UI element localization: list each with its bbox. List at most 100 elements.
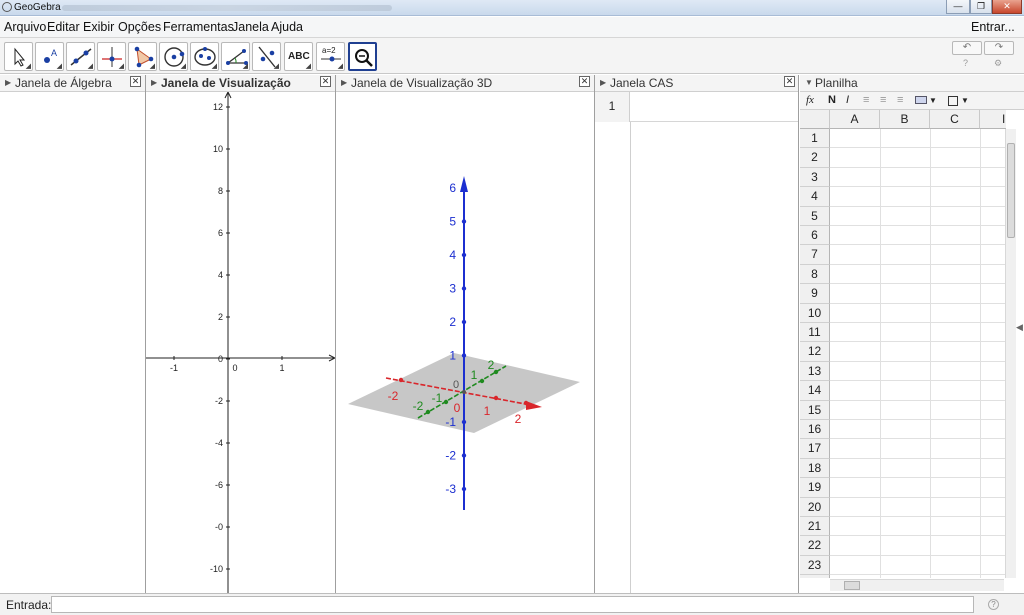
minimize-button[interactable]: — (946, 0, 970, 14)
spreadsheet-row[interactable] (830, 304, 1006, 323)
spreadsheet-row[interactable] (830, 556, 1006, 576)
menu-ferramentas[interactable]: Ferramentas (163, 20, 234, 34)
help-icon[interactable]: ? (963, 58, 968, 68)
panel-collapse-icon[interactable]: ▼ (805, 78, 813, 87)
conic-tool-button[interactable]: ◢ (190, 42, 219, 71)
polygon-tool-button[interactable]: ◢ (128, 42, 157, 71)
spreadsheet-row[interactable] (830, 401, 1006, 420)
row-header[interactable]: 9 (800, 284, 830, 304)
row-header[interactable]: 17 (800, 439, 830, 459)
spreadsheet-row[interactable] (830, 478, 1006, 498)
spreadsheet-row[interactable] (830, 536, 1006, 556)
column-header-d[interactable]: I (980, 110, 1006, 129)
menu-exibir[interactable]: Exibir (83, 20, 114, 34)
row-header[interactable]: 10 (800, 303, 830, 323)
column-header-c[interactable]: C (930, 110, 980, 129)
row-header[interactable]: 4 (800, 187, 830, 207)
cas-panel-header[interactable]: ▶ Janela CAS ✕ (595, 75, 798, 92)
spreadsheet-row[interactable] (830, 323, 1006, 343)
signin-link[interactable]: Entrar... (971, 20, 1015, 34)
menu-arquivo[interactable]: Arquivo (4, 20, 46, 34)
scrollbar-thumb[interactable] (1007, 143, 1015, 238)
row-header[interactable]: 22 (800, 536, 830, 556)
redo-button[interactable]: ↷ (984, 41, 1014, 55)
spreadsheet-row[interactable] (830, 575, 1006, 578)
graphics-panel-header[interactable]: ▶ Janela de Visualização ✕ (146, 75, 335, 92)
spreadsheet-row[interactable] (830, 207, 1006, 226)
row-header[interactable]: 18 (800, 458, 830, 479)
panel-expand-icon[interactable]: ▶ (5, 78, 11, 87)
row-header[interactable]: 7 (800, 245, 830, 265)
close-panel-icon[interactable]: ✕ (784, 76, 795, 87)
graphics-2d-canvas[interactable]: 121086420-2-4-6-0-10 -1 0 1 (146, 92, 335, 593)
perpendicular-line-tool-button[interactable]: ◢ (97, 42, 126, 71)
input-help-icon[interactable]: ? (988, 599, 999, 610)
row-header[interactable]: 24 (800, 575, 830, 578)
panel-divider[interactable] (798, 75, 799, 593)
align-right-icon[interactable]: ≡ (897, 94, 903, 106)
row-header[interactable]: 5 (800, 206, 830, 226)
spreadsheet-row[interactable] (830, 498, 1006, 517)
spreadsheet-horizontal-scrollbar[interactable] (830, 579, 1004, 591)
panel-expand-icon[interactable]: ▶ (600, 78, 606, 87)
menu-editar[interactable]: Editar (47, 20, 80, 34)
spreadsheet-row[interactable] (830, 284, 1006, 304)
chevron-down-icon[interactable]: ▼ (929, 96, 937, 105)
spreadsheet-row[interactable] (830, 362, 1006, 382)
panel-expand-icon[interactable]: ▶ (341, 78, 347, 87)
angle-tool-button[interactable]: ◢ (221, 42, 250, 71)
spreadsheet-row[interactable] (830, 148, 1006, 168)
panel-divider[interactable] (594, 75, 595, 593)
italic-button[interactable]: I (846, 94, 849, 106)
column-header-b[interactable]: B (880, 110, 930, 129)
row-header[interactable]: 19 (800, 478, 830, 498)
text-tool-button[interactable]: ABC ◢ (284, 42, 313, 71)
align-left-icon[interactable]: ≡ (863, 94, 869, 106)
row-header[interactable]: 1 (800, 129, 830, 149)
spreadsheet-panel-header[interactable]: ▼ Planilha (800, 75, 1024, 92)
corner-cell[interactable] (800, 110, 830, 129)
row-header[interactable]: 15 (800, 400, 830, 420)
spreadsheet-vertical-scrollbar[interactable] (1005, 129, 1016, 578)
spreadsheet-row[interactable] (830, 381, 1006, 401)
align-center-icon[interactable]: ≡ (880, 94, 886, 106)
spreadsheet-row[interactable] (830, 129, 1006, 149)
spreadsheet-row[interactable] (830, 265, 1006, 285)
function-fx-button[interactable]: fx (806, 94, 814, 106)
spreadsheet-row[interactable] (830, 245, 1006, 265)
spreadsheet-row[interactable] (830, 168, 1006, 188)
slider-tool-button[interactable]: a=2 ◢ (316, 42, 345, 71)
close-button[interactable]: ✕ (992, 0, 1022, 14)
row-header[interactable]: 2 (800, 148, 830, 168)
input-field[interactable] (51, 596, 974, 613)
spreadsheet-row[interactable] (830, 439, 1006, 459)
menu-ajuda[interactable]: Ajuda (271, 20, 303, 34)
row-header[interactable]: 21 (800, 517, 830, 537)
spreadsheet-grid[interactable]: A B C I 1 2 3 4 5 6 7 8 9 10 11 12 13 14 15 16 17 18 19 20 2… (800, 110, 1006, 578)
spreadsheet-row[interactable] (830, 459, 1006, 479)
cas-row[interactable]: 1 (595, 92, 798, 122)
row-header[interactable]: 20 (800, 497, 830, 517)
border-icon[interactable] (948, 96, 958, 106)
menu-janela[interactable]: Janela (232, 20, 269, 34)
panel-expand-icon[interactable]: ▶ (151, 78, 157, 87)
graphics3d-panel-header[interactable]: ▶ Janela de Visualização 3D ✕ (336, 75, 594, 92)
menu-opcoes[interactable]: Opções (118, 20, 161, 34)
row-header[interactable]: 8 (800, 264, 830, 285)
spreadsheet-row[interactable] (830, 517, 1006, 537)
spreadsheet-row[interactable] (830, 342, 1006, 362)
scrollbar-thumb[interactable] (844, 581, 860, 590)
move-tool-button[interactable]: ◢ (4, 42, 33, 71)
spreadsheet-row[interactable] (830, 187, 1006, 207)
row-header[interactable]: 23 (800, 555, 830, 576)
row-header[interactable]: 14 (800, 381, 830, 401)
column-header-a[interactable]: A (830, 110, 880, 129)
algebra-panel-header[interactable]: ▶ Janela de Álgebra ✕ (0, 75, 145, 92)
zoom-tool-button[interactable] (348, 42, 377, 71)
row-header[interactable]: 11 (800, 323, 830, 343)
cas-input-cell[interactable] (631, 92, 798, 122)
close-panel-icon[interactable]: ✕ (579, 76, 590, 87)
background-color-icon[interactable] (915, 96, 927, 104)
reflect-tool-button[interactable]: ◢ (252, 42, 281, 71)
line-tool-button[interactable]: ◢ (66, 42, 95, 71)
